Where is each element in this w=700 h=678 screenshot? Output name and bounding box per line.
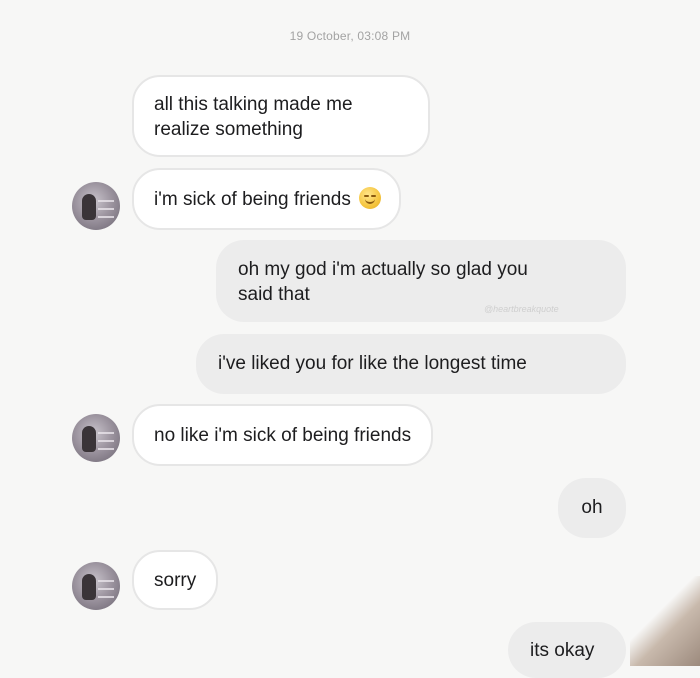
avatar-detail bbox=[98, 432, 114, 434]
avatar-detail bbox=[98, 588, 114, 590]
incoming-message[interactable]: sorry bbox=[132, 550, 219, 610]
outgoing-message[interactable]: its okay bbox=[508, 622, 626, 678]
outgoing-message[interactable]: oh bbox=[558, 478, 626, 538]
message-text: its okay bbox=[530, 640, 595, 661]
avatar-detail bbox=[98, 200, 114, 202]
avatar-figure bbox=[82, 194, 96, 220]
message-line: all this talking made me bbox=[154, 94, 353, 115]
outgoing-message[interactable]: i've liked you for like the longest time bbox=[196, 334, 626, 394]
contact-avatar[interactable] bbox=[72, 182, 120, 230]
incoming-message[interactable]: no like i'm sick of being friends bbox=[132, 404, 434, 466]
outgoing-message[interactable]: oh my god i'm actually so glad you said … bbox=[216, 240, 626, 322]
message-text: oh bbox=[581, 497, 603, 518]
message-line: oh my god i'm actually so glad you bbox=[238, 259, 528, 280]
avatar-figure bbox=[82, 426, 96, 452]
contact-avatar[interactable] bbox=[72, 414, 120, 462]
avatar-detail bbox=[98, 580, 114, 582]
avatar-figure bbox=[82, 574, 96, 600]
message-timestamp: 19 October, 03:08 PM bbox=[289, 29, 411, 43]
contact-avatar[interactable] bbox=[72, 562, 120, 610]
message-text: i'm sick of being friends bbox=[154, 189, 351, 210]
watermark: @heartbreakquote bbox=[484, 304, 559, 314]
message-text: i've liked you for like the longest time bbox=[218, 353, 527, 374]
avatar-detail bbox=[98, 448, 114, 450]
avatar-detail bbox=[98, 596, 114, 598]
grimacing-face-emoji-icon bbox=[358, 187, 381, 209]
partial-photo bbox=[630, 576, 700, 666]
avatar-detail bbox=[98, 216, 114, 218]
incoming-message[interactable]: i'm sick of being friends bbox=[132, 168, 401, 230]
message-text: no like i'm sick of being friends bbox=[154, 425, 412, 446]
avatar-detail bbox=[98, 208, 114, 210]
message-text: sorry bbox=[154, 570, 197, 591]
avatar-detail bbox=[98, 440, 114, 442]
message-line: realize something bbox=[154, 119, 303, 140]
incoming-message[interactable]: all this talking made me realize somethi… bbox=[132, 75, 430, 157]
